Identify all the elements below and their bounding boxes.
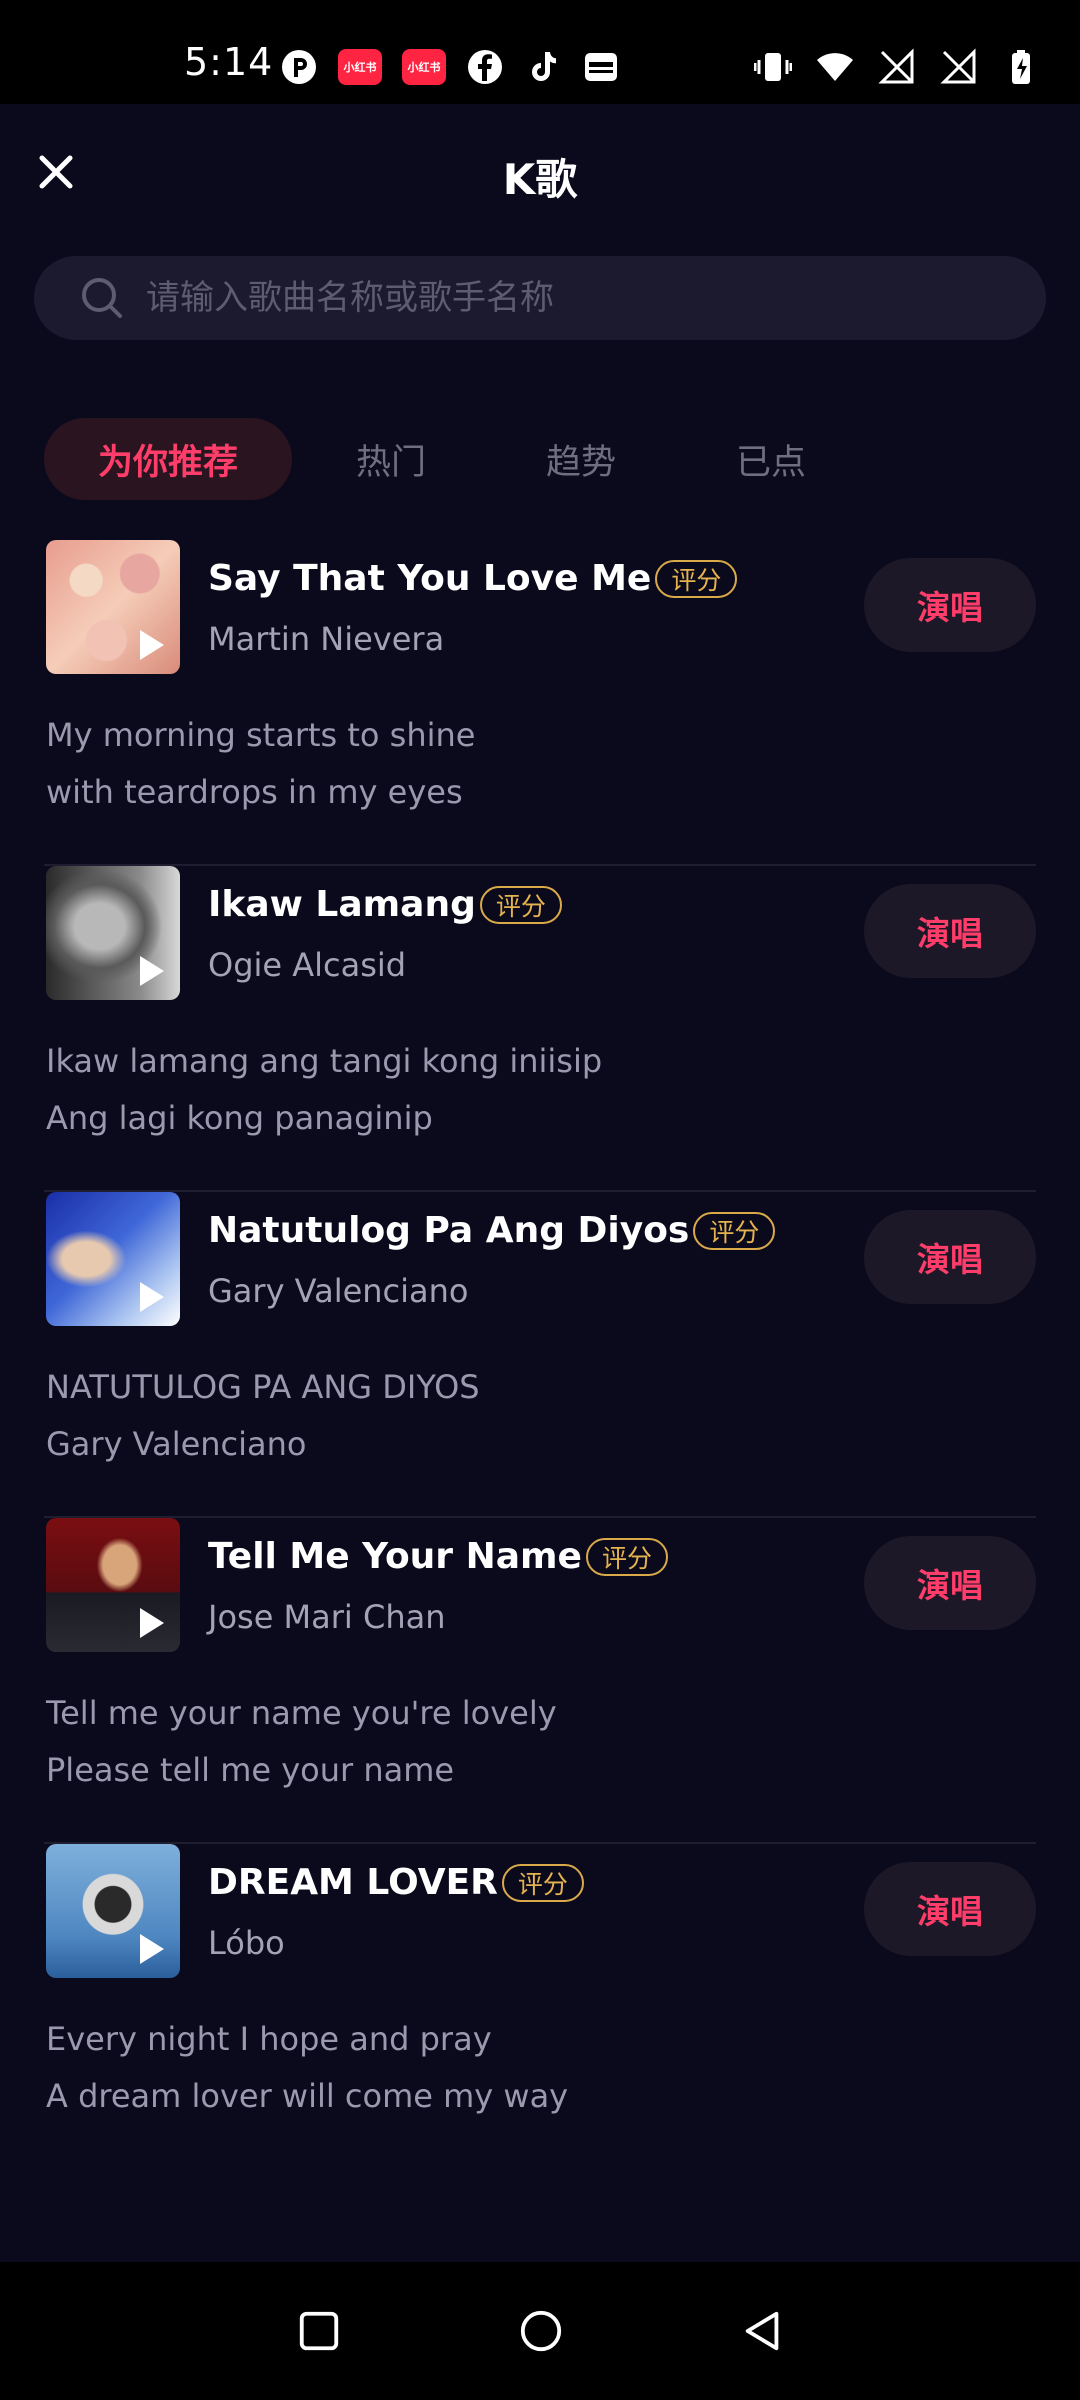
back-button[interactable] <box>728 2296 798 2366</box>
artist-name: Ogie Alcasid <box>208 946 407 984</box>
lyric-line: Please tell me your name <box>46 1751 455 1789</box>
home-icon <box>520 2310 562 2352</box>
artist-name: Lóbo <box>208 1924 285 1962</box>
tab-trending[interactable]: 趋势 <box>506 418 656 500</box>
song-title: Natutulog Pa Ang Diyos <box>208 1210 690 1251</box>
recent-apps-button[interactable] <box>284 2296 354 2366</box>
tab-hot[interactable]: 热门 <box>316 418 466 500</box>
back-icon <box>745 2311 779 2351</box>
song-item[interactable]: Say That You Love Me 评分 Martin Nievera 演… <box>44 540 1036 866</box>
recent-apps-icon <box>299 2311 339 2351</box>
play-icon <box>140 1282 164 1312</box>
lyric-line: Every night I hope and pray <box>46 2020 492 2058</box>
lyric-line: Ikaw lamang ang tangi kong iniisip <box>46 1042 603 1080</box>
lyric-line: Ang lagi kong panaginip <box>46 1099 433 1137</box>
sing-button[interactable]: 演唱 <box>864 558 1036 652</box>
wallet-icon <box>582 48 620 86</box>
sing-button[interactable]: 演唱 <box>864 1862 1036 1956</box>
score-badge: 评分 <box>479 885 562 924</box>
score-badge: 评分 <box>693 1211 776 1250</box>
vibrate-icon <box>754 48 792 86</box>
tab-recommended[interactable]: 为你推荐 <box>44 418 292 500</box>
status-time: 5:14 <box>184 40 274 84</box>
album-cover[interactable] <box>46 1518 180 1652</box>
title-row: DREAM LOVER 评分 <box>208 1862 584 1903</box>
signal-off-icon <box>878 48 916 86</box>
song-title: DREAM LOVER <box>208 1862 498 1903</box>
wifi-icon <box>816 48 854 86</box>
home-button[interactable] <box>506 2296 576 2366</box>
status-bar: 5:14 小红书 小红书 <box>0 0 1080 104</box>
tab-requested[interactable]: 已点 <box>696 418 846 500</box>
signal-off-icon <box>940 48 978 86</box>
score-badge: 评分 <box>501 1863 584 1902</box>
tiktok-icon <box>524 48 562 86</box>
karaoke-screen: K歌 为你推荐 热门 趋势 已点 Say That You Love Me 评分… <box>0 104 1080 2262</box>
sing-button[interactable]: 演唱 <box>864 884 1036 978</box>
xiaohongshu-icon: 小红书 <box>338 49 382 85</box>
song-title: Say That You Love Me <box>208 558 652 599</box>
tab-bar: 为你推荐 热门 趋势 已点 <box>44 418 846 500</box>
lyric-line: A dream lover will come my way <box>46 2077 569 2115</box>
battery-charging-icon <box>1002 48 1040 86</box>
score-badge: 评分 <box>655 559 738 598</box>
xiaohongshu-icon: 小红书 <box>402 49 446 85</box>
sing-button[interactable]: 演唱 <box>864 1536 1036 1630</box>
song-item[interactable]: DREAM LOVER 评分 Lóbo 演唱 Every night I hop… <box>44 1844 1036 2170</box>
lyric-line: Tell me your name you're lovely <box>46 1694 557 1732</box>
play-icon <box>140 630 164 660</box>
sing-button[interactable]: 演唱 <box>864 1210 1036 1304</box>
album-cover[interactable] <box>46 1192 180 1326</box>
lyric-line: with teardrops in my eyes <box>46 773 463 811</box>
play-icon <box>140 1934 164 1964</box>
p-icon <box>280 48 318 86</box>
score-badge: 评分 <box>585 1537 668 1576</box>
lyric-line: NATUTULOG PA ANG DIYOS <box>46 1368 480 1406</box>
song-item[interactable]: Tell Me Your Name 评分 Jose Mari Chan 演唱 T… <box>44 1518 1036 1844</box>
header: K歌 <box>0 104 1080 244</box>
title-row: Natutulog Pa Ang Diyos 评分 <box>208 1210 776 1251</box>
title-row: Say That You Love Me 评分 <box>208 558 738 599</box>
lyric-line: Gary Valenciano <box>46 1425 307 1463</box>
facebook-icon <box>466 48 504 86</box>
notification-icons: 小红书 小红书 <box>280 48 620 86</box>
song-title: Ikaw Lamang <box>208 884 476 925</box>
system-icons <box>754 48 1040 86</box>
search-bar[interactable] <box>34 256 1046 340</box>
song-title: Tell Me Your Name <box>208 1536 582 1577</box>
title-row: Ikaw Lamang 评分 <box>208 884 562 925</box>
album-cover[interactable] <box>46 540 180 674</box>
artist-name: Martin Nievera <box>208 620 445 658</box>
play-icon <box>140 1608 164 1638</box>
page-title: K歌 <box>502 155 578 204</box>
album-cover[interactable] <box>46 1844 180 1978</box>
play-icon <box>140 956 164 986</box>
search-input[interactable] <box>146 278 1046 318</box>
navigation-bar <box>0 2262 1080 2400</box>
artist-name: Gary Valenciano <box>208 1272 469 1310</box>
song-item[interactable]: Natutulog Pa Ang Diyos 评分 Gary Valencian… <box>44 1192 1036 1518</box>
search-icon <box>82 278 122 318</box>
title-row: Tell Me Your Name 评分 <box>208 1536 668 1577</box>
song-item[interactable]: Ikaw Lamang 评分 Ogie Alcasid 演唱 Ikaw lama… <box>44 866 1036 1192</box>
album-cover[interactable] <box>46 866 180 1000</box>
artist-name: Jose Mari Chan <box>208 1598 446 1636</box>
song-list: Say That You Love Me 评分 Martin Nievera 演… <box>0 540 1080 2170</box>
lyric-line: My morning starts to shine <box>46 716 476 754</box>
